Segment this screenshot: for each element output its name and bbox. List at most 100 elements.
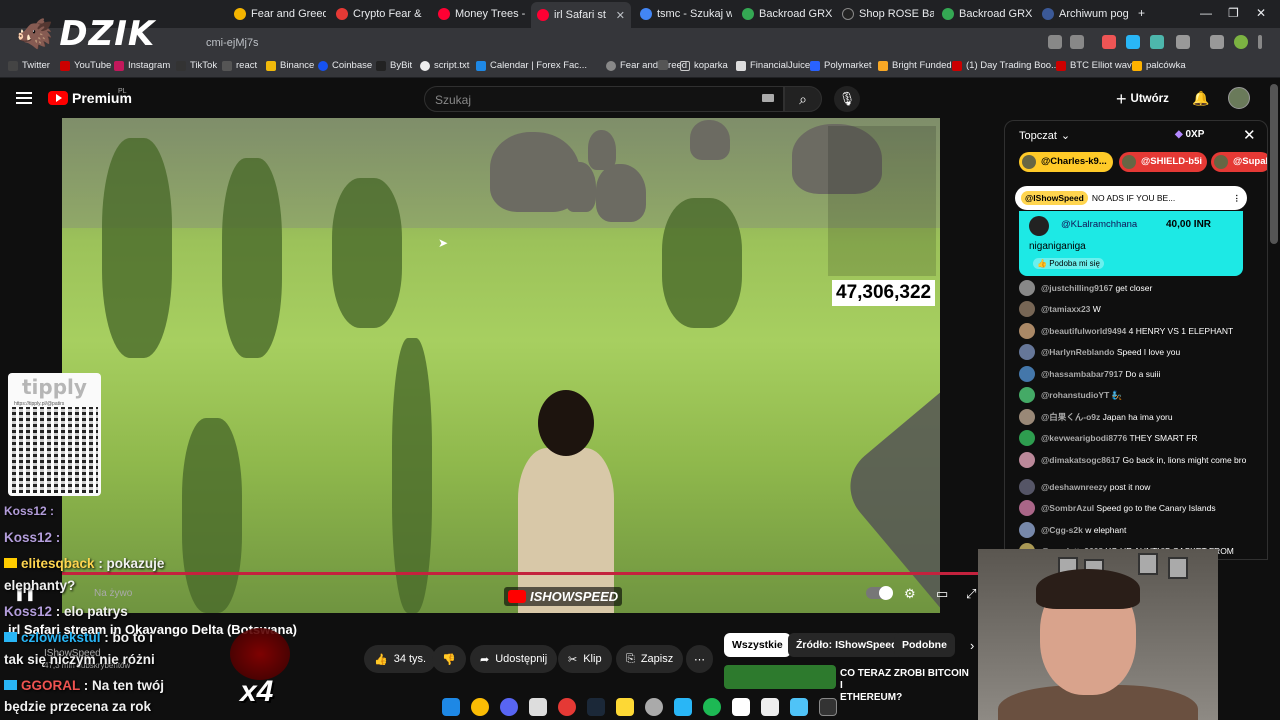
- close-window-icon[interactable]: ✕: [1256, 6, 1266, 20]
- bookmark-item[interactable]: Binance: [266, 60, 314, 71]
- related-video-title[interactable]: CO TERAZ ZROBI BITCOIN I ETHEREUM?: [840, 668, 970, 704]
- chat-message[interactable]: @tamiaxx23 W: [1019, 301, 1257, 317]
- chat-message[interactable]: @Cgg-s2k w elephant: [1019, 522, 1257, 538]
- live-label[interactable]: Na żywo: [94, 588, 132, 599]
- browser-tab[interactable]: Backroad GRX✕: [736, 4, 834, 24]
- app-icon[interactable]: [645, 697, 663, 716]
- chat-message[interactable]: @kevwearigbodi8776 THEY SMART FR: [1019, 430, 1257, 446]
- bookmark-item[interactable]: FinancialJuice: [736, 60, 810, 71]
- new-tab-button[interactable]: +: [1138, 6, 1145, 20]
- bookmark-item[interactable]: TikTok: [176, 60, 217, 71]
- chevron-right-icon[interactable]: ›: [970, 638, 974, 653]
- related-video-thumbnail[interactable]: [724, 665, 836, 689]
- bookmark-item[interactable]: Twitter: [8, 60, 50, 71]
- browser-tab[interactable]: Money Trees -✕: [432, 4, 530, 24]
- folder-icon[interactable]: [616, 697, 634, 716]
- super-chat-card[interactable]: @KLalramchhana 40,00 INR niganiganiga 👍 …: [1019, 211, 1243, 276]
- more-vertical-icon[interactable]: ⋮: [1233, 193, 1242, 204]
- more-actions-button[interactable]: ⋯: [686, 645, 713, 673]
- steam-icon[interactable]: [587, 697, 605, 716]
- chat-message[interactable]: @deshawnreezy post it now: [1019, 479, 1257, 495]
- notifications-bell-icon[interactable]: 🔔: [1192, 90, 1209, 107]
- bookmark-item[interactable]: Fear and Greed: [606, 60, 687, 71]
- chat-message[interactable]: @rohanstudioYT 🧞: [1019, 387, 1257, 403]
- filter-chip-source[interactable]: Źródło: IShowSpeed: [788, 633, 906, 657]
- bookmark-item[interactable]: ByBit: [376, 60, 412, 71]
- spotify-icon[interactable]: [703, 697, 721, 716]
- browser-tab[interactable]: Crypto Fear & ✕: [330, 4, 428, 24]
- browser-tab[interactable]: Backroad GRX✕: [936, 4, 1034, 24]
- settings-gear-icon[interactable]: ⚙: [904, 586, 916, 602]
- dislike-button[interactable]: 👎: [432, 645, 466, 673]
- search-button[interactable]: ⌕: [784, 86, 822, 112]
- extension-icon[interactable]: [1150, 35, 1164, 49]
- pinned-message[interactable]: @IShowSpeed NO ADS IF YOU BE... ⋮: [1015, 186, 1247, 210]
- minimize-icon[interactable]: —: [1200, 6, 1212, 20]
- share-button[interactable]: ➦ Udostępnij: [470, 645, 558, 673]
- chat-message[interactable]: @SombrAzul Speed go to the Canary Island…: [1019, 500, 1257, 516]
- bookmark-item[interactable]: Calendar | Forex Fac...: [476, 60, 587, 71]
- chat-mode-dropdown[interactable]: Topczat ⌄: [1019, 129, 1070, 143]
- app-icon[interactable]: [674, 697, 692, 716]
- browser-tab[interactable]: Shop ROSE Ba✕: [836, 4, 934, 24]
- url-field[interactable]: cmi-ejMj7s: [206, 37, 259, 49]
- video-progress-bar[interactable]: [62, 572, 980, 575]
- browser-tab-active[interactable]: irl Safari st ✕: [531, 2, 631, 28]
- top-supporter-pill[interactable]: @SHIELD-b5i: [1119, 152, 1207, 172]
- media-control-icon[interactable]: [1210, 35, 1224, 49]
- chat-message[interactable]: @白果くん-o9z Japan ha ima yoru: [1019, 409, 1257, 425]
- discord-icon[interactable]: [500, 697, 518, 716]
- profile-icon[interactable]: [1234, 35, 1248, 49]
- chat-message[interactable]: @HarlynReblando Speed I love you: [1019, 344, 1257, 360]
- bookmark-item[interactable]: Instagram: [114, 60, 170, 71]
- bookmark-item[interactable]: BTC Elliot wave: [1056, 60, 1137, 71]
- bookmark-item[interactable]: YouTube: [60, 60, 111, 71]
- chat-message[interactable]: @dimakatsogc8617 Go back in, lions might…: [1019, 452, 1257, 468]
- browser-tab[interactable]: Archiwum pog✕: [1036, 4, 1134, 24]
- close-chat-icon[interactable]: ✕: [1243, 126, 1256, 144]
- voice-search-button[interactable]: 🎙: [834, 86, 860, 112]
- create-button[interactable]: + Utwórz: [1116, 86, 1169, 112]
- superchat-like-button[interactable]: 👍 Podoba mi się: [1033, 258, 1104, 269]
- bookmark-item[interactable]: [658, 60, 672, 70]
- top-supporter-pill[interactable]: @Charles-k9...: [1019, 152, 1113, 172]
- bookmark-item[interactable]: script.txt: [420, 60, 469, 71]
- chat-message[interactable]: @justchilling9167 get closer: [1019, 280, 1257, 296]
- filter-chip-similar[interactable]: Podobne: [894, 633, 955, 657]
- extension-icon[interactable]: [1126, 35, 1140, 49]
- notepad-icon[interactable]: [761, 697, 779, 716]
- chat-message[interactable]: @beautifulworld9494 4 HENRY VS 1 ELEPHAN…: [1019, 323, 1257, 339]
- close-tab-icon[interactable]: ✕: [616, 9, 625, 22]
- menu-kebab-icon[interactable]: [1258, 35, 1262, 49]
- top-supporter-pill[interactable]: @SupahE: [1211, 152, 1267, 172]
- bookmark-item[interactable]: (1) Day Trading Boo...: [952, 60, 1059, 71]
- install-icon[interactable]: [1048, 35, 1062, 49]
- menu-hamburger-icon[interactable]: [16, 92, 32, 104]
- bookmark-item[interactable]: Polymarket: [810, 60, 872, 71]
- account-avatar[interactable]: [1228, 87, 1250, 109]
- video-player[interactable]: 47,306,322 ➤ ISHOWSPEED: [62, 118, 940, 613]
- bookmark-item[interactable]: koparka: [680, 60, 728, 71]
- like-button[interactable]: 👍 34 tys.: [364, 645, 437, 673]
- extensions-puzzle-icon[interactable]: [1176, 35, 1190, 49]
- maximize-icon[interactable]: ❐: [1228, 6, 1239, 20]
- filter-chip-all[interactable]: Wszystkie: [724, 633, 791, 657]
- terminal-icon[interactable]: [819, 697, 837, 716]
- miniplayer-icon[interactable]: ▭: [936, 586, 948, 602]
- fullscreen-icon[interactable]: ⤢: [966, 586, 976, 602]
- bookmark-star-icon[interactable]: [1070, 35, 1084, 49]
- autoplay-toggle[interactable]: [866, 586, 893, 600]
- app-icon[interactable]: [732, 697, 750, 716]
- bookmark-item[interactable]: Bright Funded: [878, 60, 952, 71]
- extension-icon[interactable]: [1102, 35, 1116, 49]
- keyboard-icon[interactable]: [762, 94, 774, 102]
- points-badge[interactable]: ◆ 0XP: [1175, 129, 1204, 140]
- page-scrollbar[interactable]: [1270, 84, 1278, 244]
- chat-message[interactable]: @hassambabar7917 Do a suiii: [1019, 366, 1257, 382]
- clip-button[interactable]: ✂ Klip: [558, 645, 612, 673]
- bookmark-item[interactable]: Coinbase: [318, 60, 372, 71]
- app-icon[interactable]: [790, 697, 808, 716]
- chrome-icon[interactable]: [471, 697, 489, 716]
- browser-tab[interactable]: Fear and Greed✕: [228, 4, 326, 24]
- app-icon[interactable]: [529, 697, 547, 716]
